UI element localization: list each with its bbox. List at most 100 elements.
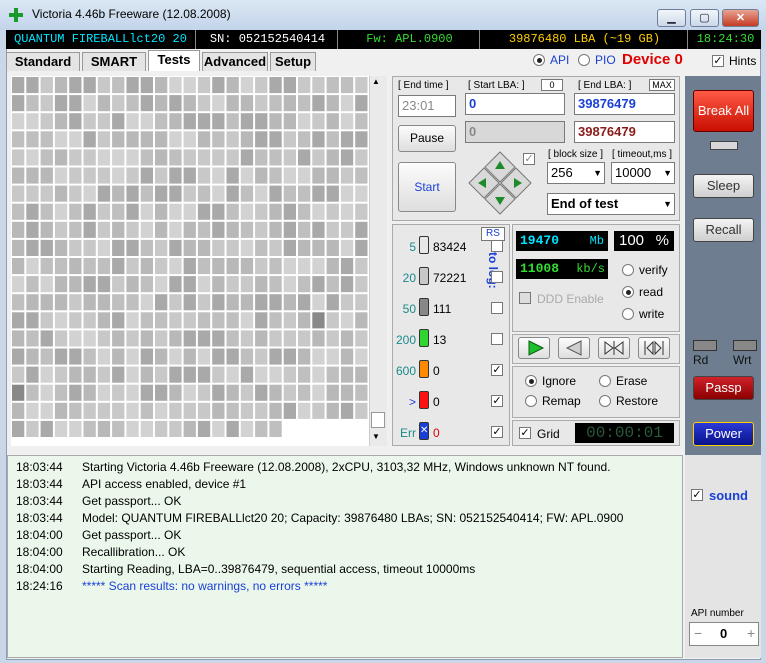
reverse-button[interactable] (558, 337, 590, 359)
stat-log-checkbox[interactable] (491, 271, 503, 283)
sound-checkbox[interactable]: ✓ (691, 489, 703, 501)
pio-radio[interactable] (578, 54, 590, 66)
scroll-thumb[interactable] (371, 412, 385, 428)
remap-radio[interactable] (525, 395, 537, 407)
dpad-checkbox[interactable]: ✓ (523, 153, 535, 165)
ignore-radio[interactable] (525, 375, 537, 387)
timeout-select[interactable]: 10000 ▼ (611, 162, 675, 184)
stat-log-checkbox[interactable]: ✓ (491, 364, 503, 376)
surface-block (54, 258, 68, 275)
surface-block (283, 330, 296, 347)
maximize-button[interactable]: ▢ (690, 9, 719, 27)
scroll-down-icon[interactable]: ▼ (372, 432, 380, 441)
reset-stats-button[interactable]: RS (481, 227, 505, 241)
end-action-select[interactable]: End of test ▼ (547, 193, 675, 215)
end-lba-field[interactable]: 39876479 (574, 93, 675, 115)
surface-block (283, 239, 296, 256)
surface-block (169, 276, 182, 293)
pause-button[interactable]: Pause (398, 125, 456, 152)
surface-block (226, 95, 239, 112)
surface-block (340, 221, 354, 238)
grid-scrollbar[interactable]: ▲ ▼ (369, 76, 387, 446)
stat-log-checkbox[interactable] (491, 333, 503, 345)
skip-end-button[interactable] (638, 337, 670, 359)
stat-count: 83424 (433, 240, 467, 254)
surface-block (183, 258, 196, 275)
restore-radio[interactable] (599, 395, 611, 407)
api-number-spinner[interactable]: − 0 + (689, 622, 759, 646)
read-radio[interactable] (622, 286, 634, 298)
max-lba-button[interactable]: MAX (649, 79, 675, 91)
start-lba-field[interactable]: 0 (465, 93, 565, 115)
log-row: 18:03:44 Get passport... OK (16, 494, 181, 508)
tab-setup[interactable]: Setup (270, 52, 316, 71)
surface-block (126, 131, 139, 148)
surface-block (112, 113, 125, 130)
timeout-value: 10000 (615, 165, 652, 180)
surface-block (226, 113, 239, 130)
surface-block (97, 420, 111, 437)
surface-block (12, 420, 25, 437)
tab-advanced[interactable]: Advanced (202, 52, 268, 71)
stat-log-checkbox[interactable] (491, 240, 503, 252)
surface-block (283, 203, 296, 220)
surface-block (197, 402, 211, 419)
stat-log-checkbox[interactable]: ✓ (491, 426, 503, 438)
erase-radio[interactable] (599, 375, 611, 387)
close-button[interactable]: ✕ (722, 9, 759, 27)
surface-block (212, 185, 225, 202)
tab-standard[interactable]: Standard (6, 52, 80, 71)
surface-block (97, 294, 111, 311)
api-number-increment[interactable]: + (747, 625, 755, 641)
surface-block (355, 221, 368, 238)
api-number-decrement[interactable]: − (694, 625, 702, 641)
surface-block (226, 221, 239, 238)
surface-scan-grid (11, 76, 369, 439)
power-button[interactable]: Power (693, 422, 754, 446)
surface-block (183, 185, 196, 202)
grid-checkbox[interactable]: ✓ (519, 427, 531, 439)
start-lba-zero-button[interactable]: 0 (541, 79, 563, 91)
ddd-enable-checkbox[interactable] (519, 292, 531, 304)
surface-block (140, 384, 153, 401)
skip-forward-button[interactable] (598, 337, 630, 359)
surface-block (54, 239, 68, 256)
block-size-label: [ block size ] (548, 149, 604, 160)
api-radio[interactable] (533, 54, 545, 66)
surface-block (69, 420, 82, 437)
scroll-up-icon[interactable]: ▲ (372, 77, 380, 86)
hints-checkbox[interactable]: ✓ (712, 55, 724, 67)
recall-button[interactable]: Recall (693, 218, 754, 242)
stat-log-checkbox[interactable] (491, 302, 503, 314)
tab-tests[interactable]: Tests (148, 50, 200, 71)
sleep-button[interactable]: Sleep (693, 174, 754, 198)
surface-block (255, 276, 268, 293)
surface-block (312, 384, 325, 401)
stat-log-checkbox[interactable]: ✓ (491, 395, 503, 407)
write-radio[interactable] (622, 308, 634, 320)
surface-block (54, 294, 68, 311)
surface-block (12, 149, 25, 166)
break-all-button[interactable]: Break All (693, 90, 754, 132)
play-button[interactable] (518, 337, 550, 359)
surface-block (69, 95, 82, 112)
surface-block (269, 330, 282, 347)
surface-block (26, 384, 39, 401)
surface-block (155, 167, 168, 184)
log-message: Get passport... OK (82, 494, 182, 508)
end-time-field[interactable]: 23:01 (398, 95, 456, 117)
surface-block (269, 384, 282, 401)
surface-block (355, 113, 368, 130)
minimize-button[interactable]: ▁ (657, 9, 686, 27)
surface-block (155, 366, 168, 383)
verify-radio[interactable] (622, 264, 634, 276)
start-button[interactable]: Start (398, 162, 456, 212)
block-size-select[interactable]: 256 ▼ (547, 162, 605, 184)
maximize-icon: ▢ (699, 12, 710, 24)
tab-smart[interactable]: SMART (82, 52, 146, 71)
surface-block (298, 221, 311, 238)
passp-button[interactable]: Passp (693, 376, 754, 400)
surface-block (54, 167, 68, 184)
surface-block (97, 366, 111, 383)
log-time: 18:03:44 (16, 494, 63, 508)
